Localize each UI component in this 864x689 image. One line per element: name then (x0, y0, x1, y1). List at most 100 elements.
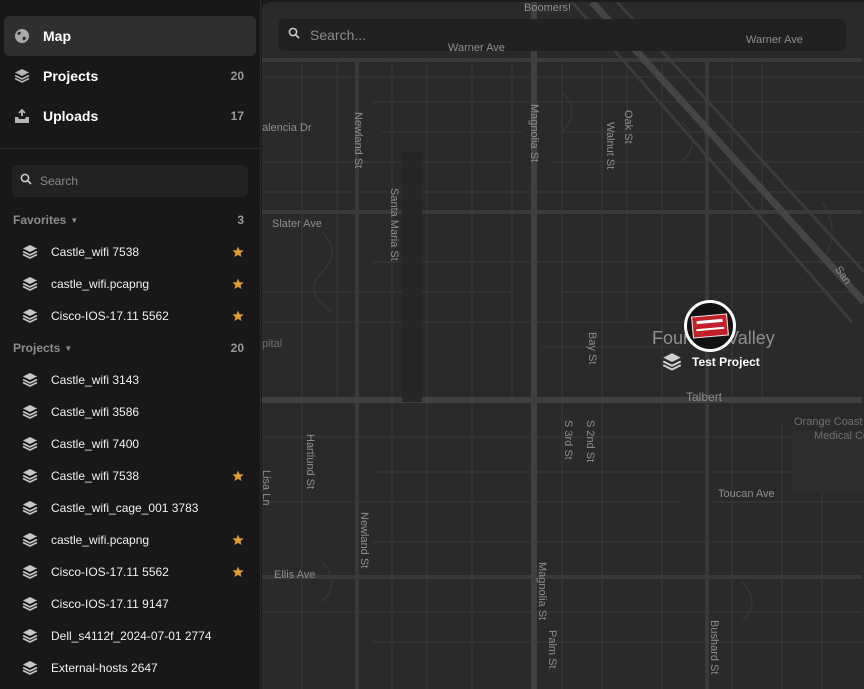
map-label-boomers: Boomers! (524, 2, 572, 14)
star-icon[interactable] (232, 310, 244, 322)
map-label-medical-center: Medical Ce (814, 430, 864, 442)
layers-icon (22, 628, 38, 644)
list-item-label: Cisco-IOS-17.11 5562 (51, 565, 169, 579)
map-label-talbert: Talbert (686, 390, 723, 404)
layers-icon (22, 660, 38, 676)
layers-icon (13, 67, 31, 85)
project-list-item[interactable]: Dell_s4112f_2024-07-01 2774 (0, 620, 260, 652)
map-label-ellis-ave: Ellis Ave (274, 569, 316, 581)
layers-icon (22, 532, 38, 548)
map-label-pital: pital (262, 338, 283, 350)
favorites-title: Favorites (13, 213, 67, 227)
list-item-label: Castle_wifi 3586 (51, 405, 140, 419)
map-label-newland-st: Newland St (358, 512, 370, 569)
map-label-orange-coast: Orange Coast (794, 416, 863, 428)
project-list-item[interactable]: External-hosts 2647 (0, 652, 260, 684)
project-list-item[interactable]: Castle_wifi 3586 (0, 396, 260, 428)
layers-icon (22, 308, 38, 324)
nav-item-projects[interactable]: Projects 20 (4, 56, 256, 96)
star-icon[interactable] (232, 246, 244, 258)
inbox-upload-icon (13, 107, 31, 125)
list-item-label: Dell_s4112f_2024-07-01 2774 (51, 629, 212, 643)
star-icon[interactable] (232, 534, 244, 546)
divider (0, 148, 260, 149)
project-list-item[interactable]: Castle_wifi 7538 (0, 460, 260, 492)
list-item-label: Castle_wifi 7400 (51, 437, 140, 451)
sidebar: Map Projects 20 Uploads 17 Favorites ▼ 3 (0, 0, 261, 689)
map-label-magnolia-st: Magnolia St (536, 562, 548, 621)
projects-header[interactable]: Projects ▼ 20 (0, 332, 260, 364)
favorite-list-item[interactable]: castle_wifi.pcapng (0, 268, 260, 300)
project-pin-label[interactable]: Test Project (662, 352, 760, 372)
map-label-bay-st: Bay St (586, 332, 598, 365)
star-icon[interactable] (232, 470, 244, 482)
list-item-label: Castle_wifi 7538 (51, 245, 140, 259)
layers-icon (22, 244, 38, 260)
list-item-label: Cisco-IOS-17.11 5562 (51, 309, 169, 323)
project-logo (691, 313, 729, 339)
nav-item-uploads[interactable]: Uploads 17 (4, 96, 256, 136)
nav-item-map[interactable]: Map (4, 16, 256, 56)
nav-label: Uploads (43, 108, 99, 124)
project-list-item[interactable]: Castle_wifi 7400 (0, 428, 260, 460)
globe-icon (13, 27, 31, 45)
list-item-label: Castle_wifi 7538 (51, 469, 140, 483)
map-label-warner-ave: Warner Ave (746, 34, 803, 46)
layers-icon (22, 500, 38, 516)
project-marker[interactable] (684, 300, 736, 352)
project-list-item[interactable]: castle_wifi.pcapng (0, 524, 260, 556)
list-item-label: Castle_wifi 3143 (51, 373, 140, 387)
map-label-oak-st: Oak St (622, 110, 634, 144)
favorite-list-item[interactable]: Castle_wifi 7538 (0, 236, 260, 268)
list-item-label: External-hosts 2647 (51, 661, 158, 675)
project-list-item[interactable]: Cisco-IOS-17.11 9147 (0, 588, 260, 620)
list-item-label: Castle_wifi_cage_001 3783 (51, 501, 199, 515)
project-list-item[interactable]: Castle_wifi 3143 (0, 364, 260, 396)
map-label-lisa-ln: Lisa Ln (262, 470, 272, 506)
chevron-down-icon: ▼ (70, 215, 79, 225)
map-label-hartlund-st: Hartlund St (304, 434, 316, 490)
sidebar-search[interactable] (12, 165, 248, 197)
map-label-newland-st: Newland St (352, 112, 364, 169)
project-list-item[interactable]: Castle_wifi_cage_001 3783 (0, 492, 260, 524)
layers-icon (662, 352, 682, 372)
layers-icon (22, 436, 38, 452)
nav-count: 17 (230, 109, 244, 123)
map-label-s-2nd-st: S 2nd St (584, 420, 596, 463)
search-icon (288, 26, 300, 44)
layers-icon (22, 276, 38, 292)
star-icon[interactable] (232, 278, 244, 290)
chevron-down-icon: ▼ (64, 343, 73, 353)
favorites-header[interactable]: Favorites ▼ 3 (0, 204, 260, 236)
list-item-label: castle_wifi.pcapng (51, 277, 150, 291)
search-icon (20, 172, 32, 190)
projects-count: 20 (230, 341, 244, 355)
map-label-slater-ave: Slater Ave (272, 218, 322, 230)
layers-icon (22, 404, 38, 420)
map-label-walnut-st: Walnut St (604, 122, 616, 170)
projects-title: Projects (13, 341, 61, 355)
map-view[interactable]: Boomers! Warner Ave Warner Ave alencia D… (262, 2, 864, 689)
favorites-count: 3 (237, 213, 244, 227)
main-nav: Map Projects 20 Uploads 17 (0, 0, 260, 136)
list-item-label: Cisco-IOS-17.11 9147 (51, 597, 169, 611)
map-label-toucan-ave: Toucan Ave (718, 488, 775, 500)
nav-count: 20 (230, 69, 244, 83)
projects-list: Castle_wifi 3143 Castle_wifi 3586 Castle_w… (0, 364, 260, 684)
map-label-s-3rd-st: S 3rd St (562, 420, 574, 460)
layers-icon (22, 564, 38, 580)
layers-icon (22, 596, 38, 612)
nav-label: Projects (43, 68, 99, 84)
map-label-santa-maria-st: Santa Maria St (388, 188, 400, 261)
map-label-palm-st: Palm St (546, 630, 558, 669)
map-label-valencia-dr: alencia Dr (262, 122, 312, 134)
layers-icon (22, 372, 38, 388)
layers-icon (22, 468, 38, 484)
favorite-list-item[interactable]: Cisco-IOS-17.11 5562 (0, 300, 260, 332)
star-icon[interactable] (232, 566, 244, 578)
project-list-item[interactable]: Cisco-IOS-17.11 5562 (0, 556, 260, 588)
favorites-list: Castle_wifi 7538 castle_wifi.pcapng Cisco-… (0, 236, 260, 332)
sidebar-search-input[interactable] (40, 174, 240, 188)
list-item-label: castle_wifi.pcapng (51, 533, 150, 547)
nav-label: Map (43, 28, 71, 44)
